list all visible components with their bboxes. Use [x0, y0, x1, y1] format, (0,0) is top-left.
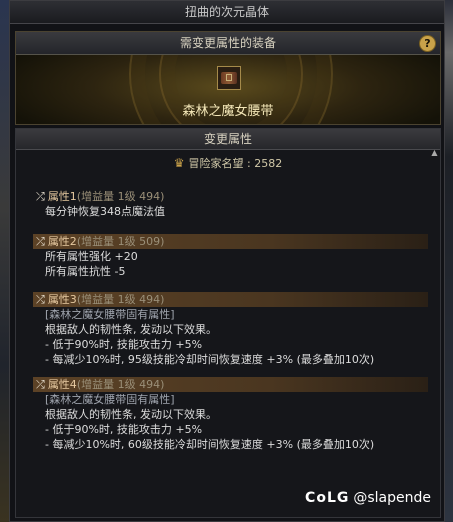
attribute-name: 属性3 — [47, 293, 77, 306]
shuffle-icon: ⤮ — [36, 190, 45, 203]
change-attribute-header: 变更属性 — [16, 129, 440, 150]
fame-label: 冒险家名望 : 2582 — [188, 157, 283, 170]
attribute-line: - 低于90%时, 技能攻击力 +5% — [45, 338, 203, 351]
watermark-logo: CoLG — [305, 490, 350, 506]
attribute-line: 根据敌人的韧性条, 发动以下效果。 — [45, 323, 217, 336]
watermark-handle: @slapende — [353, 490, 431, 506]
dimension-crystal-window: 扭曲的次元晶体 需变更属性的装备 ? 森林之魔女腰带 变更属性 ▲ ♛ 冒险家名望… — [9, 0, 445, 522]
attribute-name: 属性1 — [47, 190, 77, 203]
attribute-line: - 每减少10%时, 60级技能冷却时间恢复速度 +3% (最多叠加10次) — [45, 438, 375, 451]
shuffle-icon: ⤮ — [36, 235, 45, 248]
attribute-header: ⤮ 属性1(增益量 1级 494) — [33, 189, 428, 204]
attribute-option-2[interactable]: ⤮ 属性2(增益量 1级 509) 所有属性强化 +20 所有属性抗性 -5 — [33, 234, 428, 279]
equipment-slot[interactable] — [217, 66, 241, 90]
attribute-line: - 低于90%时, 技能攻击力 +5% — [45, 423, 203, 436]
attribute-name: 属性2 — [47, 235, 77, 248]
attribute-grade: (增益量 1级 494) — [76, 378, 165, 391]
shuffle-icon: ⤮ — [36, 293, 45, 306]
fame-icon: ♛ — [173, 156, 185, 170]
colg-watermark: CoLG @slapende — [305, 490, 431, 506]
attribute-header: ⤮ 属性3(增益量 1级 494) — [33, 292, 428, 307]
attribute-header: ⤮ 属性4(增益量 1级 494) — [33, 377, 428, 392]
attribute-fixed-tag: [森林之魔女腰带固有属性] — [45, 308, 175, 321]
equipment-panel: 需变更属性的装备 ? 森林之魔女腰带 — [15, 31, 441, 125]
window-title: 扭曲的次元晶体 — [10, 1, 444, 24]
equipment-header: 需变更属性的装备 ? — [16, 32, 440, 55]
attribute-line: - 每减少10%时, 95级技能冷却时间恢复速度 +3% (最多叠加10次) — [45, 353, 375, 366]
attribute-line: 每分钟恢复348点魔法值 — [45, 205, 165, 218]
attribute-line: 所有属性强化 +20 — [45, 250, 138, 263]
attribute-option-4[interactable]: ⤮ 属性4(增益量 1级 494) [森林之魔女腰带固有属性] 根据敌人的韧性条,… — [33, 377, 428, 452]
attribute-header: ⤮ 属性2(增益量 1级 509) — [33, 234, 428, 249]
attribute-name: 属性4 — [47, 378, 77, 391]
equipment-header-label: 需变更属性的装备 — [179, 36, 276, 50]
attribute-grade: (增益量 1级 509) — [76, 235, 165, 248]
attribute-grade: (增益量 1级 494) — [76, 293, 165, 306]
attribute-option-3[interactable]: ⤮ 属性3(增益量 1级 494) [森林之魔女腰带固有属性] 根据敌人的韧性条,… — [33, 292, 428, 367]
attribute-fixed-tag: [森林之魔女腰带固有属性] — [45, 393, 175, 406]
attribute-line: 所有属性抗性 -5 — [45, 265, 126, 278]
shuffle-icon: ⤮ — [36, 378, 45, 391]
belt-buckle — [226, 74, 232, 81]
adventurer-fame: ♛ 冒险家名望 : 2582 — [16, 155, 440, 171]
attribute-line: 根据敌人的韧性条, 发动以下效果。 — [45, 408, 217, 421]
attribute-grade: (增益量 1级 494) — [76, 190, 165, 203]
attribute-option-1[interactable]: ⤮ 属性1(增益量 1级 494) 每分钟恢复348点魔法值 — [33, 189, 428, 219]
help-icon[interactable]: ? — [419, 35, 436, 52]
item-name: 森林之魔女腰带 — [182, 104, 274, 119]
change-attribute-panel: 变更属性 ▲ ♛ 冒险家名望 : 2582 ⤮ 属性1(增益量 1级 494) 每分… — [15, 128, 441, 518]
